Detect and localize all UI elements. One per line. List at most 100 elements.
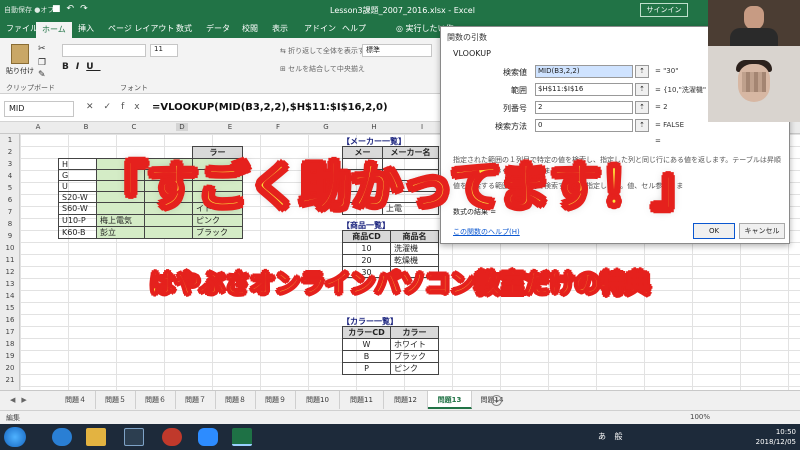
sheet-nav-arrows[interactable]: ◀▶ <box>10 396 33 404</box>
arg-input-lookup-value[interactable]: MID(B3,2,2) <box>535 65 633 78</box>
tab-view[interactable]: 表示 <box>272 23 288 34</box>
font-size-box[interactable]: 11 <box>150 44 178 57</box>
taskbar-clock[interactable]: 10:50 2018/12/05 <box>736 427 796 447</box>
fx-icon[interactable]: fx <box>121 102 150 112</box>
font-name-box[interactable] <box>62 44 146 57</box>
arg-label-col-index: 列番号 <box>503 104 527 113</box>
enter-icon[interactable]: ✓ <box>104 102 122 112</box>
next-sheet-icon[interactable]: ▶ <box>21 396 32 404</box>
tab-page-layout[interactable]: ページ レイアウト <box>108 23 174 34</box>
sheet-tab-active[interactable]: 問題13 <box>428 391 472 409</box>
sheet-tab[interactable]: 問題６ <box>136 391 176 409</box>
formula-input[interactable]: =VLOOKUP(MID(B3,2,2),$H$11:$I$16,2,0) <box>152 102 388 113</box>
sheet-tab[interactable]: 問題10 <box>296 391 340 409</box>
column-header[interactable]: F <box>272 123 284 131</box>
row-header[interactable]: 19 <box>0 352 20 360</box>
format-painter-icon[interactable]: ✎ <box>38 70 46 80</box>
row-header[interactable]: 10 <box>0 244 20 252</box>
number-format-box[interactable]: 標準 <box>362 44 432 57</box>
save-icon[interactable]: ■ <box>52 4 67 14</box>
row-header[interactable]: 15 <box>0 304 20 312</box>
internet-explorer-icon[interactable] <box>52 428 72 446</box>
arg-input-range-lookup[interactable]: 0 <box>535 119 633 132</box>
italic-button[interactable]: I <box>76 62 86 72</box>
column-header[interactable]: A <box>32 123 44 131</box>
sheet-tab[interactable]: 問題９ <box>256 391 296 409</box>
arg-input-table-array[interactable]: $H$11:$I$16 <box>535 83 633 96</box>
range-select-icon[interactable]: ⇡ <box>635 119 649 132</box>
row-header[interactable]: 3 <box>0 160 20 168</box>
row-header[interactable]: 21 <box>0 376 20 384</box>
tab-data[interactable]: データ <box>206 23 230 34</box>
sheet-tab[interactable]: 問題12 <box>384 391 428 409</box>
function-name: VLOOKUP <box>453 49 491 58</box>
row-header[interactable]: 14 <box>0 292 20 300</box>
quick-access-toolbar[interactable]: ■↶↷ <box>52 4 94 14</box>
row-header[interactable]: 5 <box>0 184 20 192</box>
zoom-app-icon[interactable] <box>198 428 218 446</box>
row-header[interactable]: 6 <box>0 196 20 204</box>
column-header[interactable]: E <box>224 123 236 131</box>
redo-icon[interactable]: ↷ <box>80 4 94 14</box>
row-header[interactable]: 9 <box>0 232 20 240</box>
arg-input-col-index[interactable]: 2 <box>535 101 633 114</box>
sheet-tab[interactable]: 問題５ <box>96 391 136 409</box>
copy-icon[interactable]: ❐ <box>38 58 46 68</box>
undo-icon[interactable]: ↶ <box>67 4 81 14</box>
zoom-level[interactable]: 100% <box>690 413 710 421</box>
row-header[interactable]: 1 <box>0 136 20 144</box>
row-header[interactable]: 11 <box>0 256 20 264</box>
row-header[interactable]: 8 <box>0 220 20 228</box>
add-sheet-icon[interactable]: + <box>491 395 502 406</box>
column-header[interactable]: H <box>368 123 380 131</box>
merge-center-button[interactable]: ⊞ セルを結合して中央揃え <box>280 64 365 74</box>
range-select-icon[interactable]: ⇡ <box>635 65 649 78</box>
range-select-icon[interactable]: ⇡ <box>635 83 649 96</box>
row-header[interactable]: 12 <box>0 268 20 276</box>
tab-home[interactable]: ホーム <box>36 22 72 38</box>
security-app-icon[interactable] <box>162 428 182 446</box>
column-header[interactable]: I <box>416 123 428 131</box>
bold-button[interactable]: B <box>62 62 76 72</box>
tab-addins[interactable]: アドイン <box>304 23 336 34</box>
cancel-icon[interactable]: ✕ <box>86 102 104 112</box>
sheet-tab[interactable]: 問題11 <box>340 391 384 409</box>
sheet-tab[interactable]: 問題４ <box>56 391 96 409</box>
start-button-icon[interactable] <box>4 427 26 447</box>
row-header[interactable]: 7 <box>0 208 20 216</box>
column-header[interactable]: D <box>176 123 188 131</box>
tab-file[interactable]: ファイル <box>6 23 38 34</box>
row-header[interactable]: 20 <box>0 364 20 372</box>
file-explorer-icon[interactable] <box>86 428 106 446</box>
row-header[interactable]: 16 <box>0 316 20 324</box>
row-header[interactable]: 4 <box>0 172 20 180</box>
table-row: K60-B 彭立 ブラック <box>58 226 243 239</box>
sheet-tab[interactable]: 問題８ <box>216 391 256 409</box>
name-box[interactable]: MID <box>4 101 74 117</box>
table-header: 商品CD <box>342 230 391 243</box>
prev-sheet-icon[interactable]: ◀ <box>10 396 21 404</box>
underline-button[interactable]: U <box>86 62 100 72</box>
tab-insert[interactable]: 挿入 <box>78 23 94 34</box>
sheet-tab[interactable]: 問題７ <box>176 391 216 409</box>
row-header[interactable]: 2 <box>0 148 20 156</box>
tab-help[interactable]: ヘルプ <box>342 23 366 34</box>
column-header[interactable]: G <box>320 123 332 131</box>
system-tray[interactable]: あ 般 <box>598 431 626 442</box>
tab-review[interactable]: 校閲 <box>242 23 258 34</box>
wrap-text-button[interactable]: ⇆ 折り返して全体を表示する <box>280 46 372 56</box>
signin-button[interactable]: サインイン <box>640 3 688 17</box>
excel-taskbar-icon[interactable] <box>232 428 252 446</box>
function-help-link[interactable]: この関数のヘルプ(H) <box>453 227 520 237</box>
cut-icon[interactable]: ✂ <box>38 44 46 54</box>
media-player-icon[interactable] <box>124 428 144 446</box>
range-select-icon[interactable]: ⇡ <box>635 101 649 114</box>
row-header[interactable]: 17 <box>0 328 20 336</box>
paste-button[interactable]: 貼り付け <box>6 44 34 78</box>
tab-formulas[interactable]: 数式 <box>176 23 192 34</box>
row-header[interactable]: 13 <box>0 280 20 288</box>
column-header[interactable]: B <box>80 123 92 131</box>
row-header[interactable]: 18 <box>0 340 20 348</box>
autosave-toggle[interactable]: 自動保存 ●オフ <box>4 5 54 15</box>
column-header[interactable]: C <box>128 123 140 131</box>
